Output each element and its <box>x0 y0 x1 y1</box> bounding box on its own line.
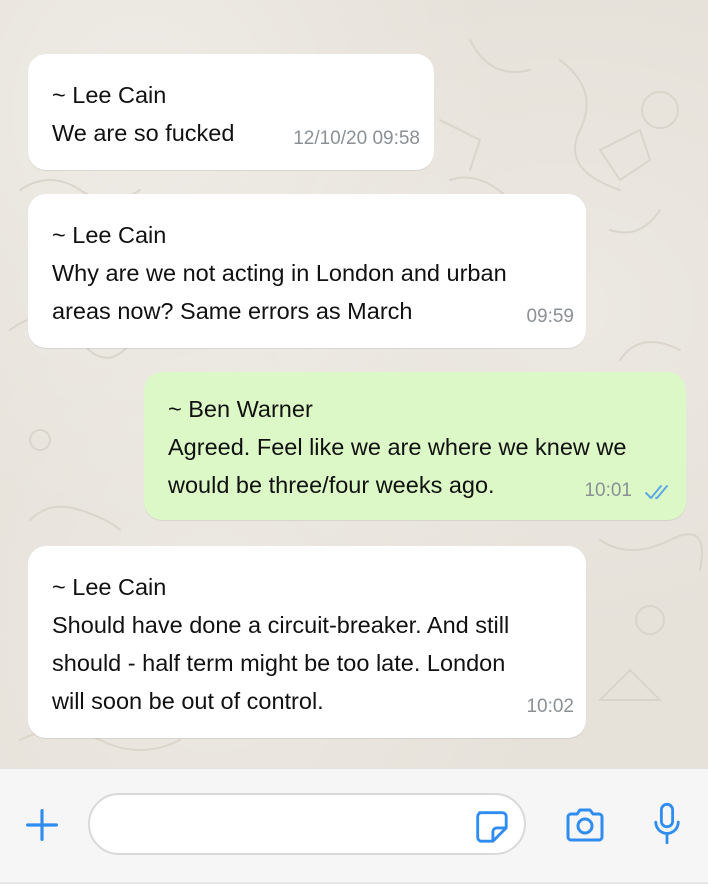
message-text-line: Why are we not acting in London and urba… <box>52 260 507 286</box>
message-timestamp: 10:01 <box>584 480 632 501</box>
message-bubble-outgoing[interactable]: ~ Ben Warner Agreed. Feel like we are wh… <box>144 372 686 520</box>
message-input[interactable] <box>88 793 526 855</box>
message-timestamp: 12/10/20 09:58 <box>293 128 420 149</box>
message-sender: ~ Lee Cain <box>52 82 167 108</box>
message-text-line: areas now? Same errors as March <box>52 298 413 324</box>
message-input-bar <box>0 768 708 884</box>
plus-icon[interactable] <box>24 807 60 843</box>
microphone-icon[interactable] <box>652 801 682 847</box>
message-text-line: should - half term might be too late. Lo… <box>52 650 506 676</box>
message-timestamp: 09:59 <box>526 306 574 327</box>
camera-icon[interactable] <box>562 805 608 845</box>
message-sender: ~ Ben Warner <box>168 396 313 422</box>
message-text-line: will soon be out of control. <box>52 688 324 714</box>
message-bubble[interactable]: ~ Lee Cain We are so fucked 12/10/20 09:… <box>28 54 434 170</box>
message-timestamp: 10:02 <box>526 696 574 717</box>
message-bubble[interactable]: ~ Lee Cain Why are we not acting in Lond… <box>28 194 586 348</box>
sticker-icon[interactable] <box>472 807 510 845</box>
message-text-line: Should have done a circuit-breaker. And … <box>52 612 510 638</box>
message-text-line: Agreed. Feel like we are where we knew w… <box>168 434 627 460</box>
message-sender: ~ Lee Cain <box>52 222 167 248</box>
read-receipt-icon <box>645 485 668 499</box>
message-sender: ~ Lee Cain <box>52 574 167 600</box>
message-bubble[interactable]: ~ Lee Cain Should have done a circuit-br… <box>28 546 586 738</box>
chat-background: ~ Lee Cain We are so fucked 12/10/20 09:… <box>0 0 708 768</box>
